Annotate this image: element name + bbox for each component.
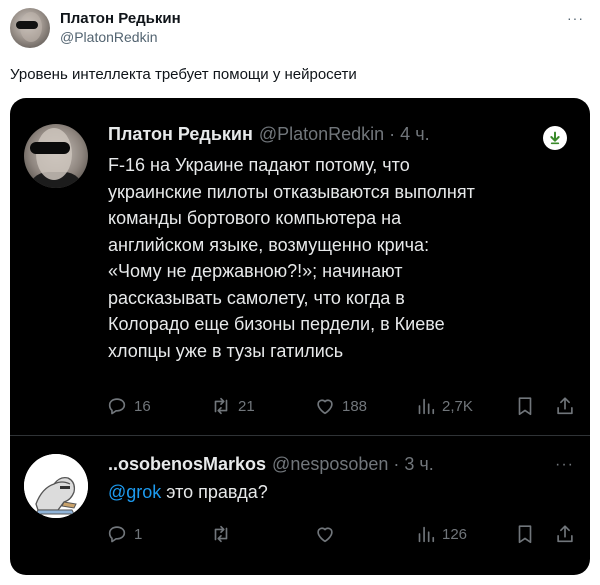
- more-options-icon[interactable]: ···: [555, 456, 574, 474]
- repost-count: 21: [238, 397, 255, 415]
- author-handle-time[interactable]: @nesposoben · 3 ч.: [272, 454, 434, 474]
- tweet-text-line: Колорадо еще бизоны пердели, в Киеве: [108, 314, 445, 334]
- tweet-header: Платон Редькин @PlatonRedkin · 4 ч.: [108, 124, 430, 145]
- share-icon: [557, 397, 573, 415]
- author-handle-time[interactable]: @PlatonRedkin · 4 ч.: [259, 124, 430, 144]
- bookmark-button[interactable]: [514, 523, 536, 545]
- author-handle[interactable]: @PlatonRedkin: [60, 29, 158, 45]
- like-button[interactable]: [314, 523, 342, 545]
- views-button[interactable]: 126: [414, 523, 467, 545]
- post-text: Уровень интеллекта требует помощи у нейр…: [10, 66, 357, 83]
- like-button[interactable]: 188: [314, 395, 367, 417]
- views-chart-icon: [418, 526, 435, 543]
- tweet-text-line: украинские пилоты отказываются выполнят: [108, 181, 475, 202]
- reply-count: 16: [134, 397, 151, 415]
- share-button[interactable]: [554, 523, 576, 545]
- download-arrow-icon[interactable]: [543, 126, 567, 150]
- repost-icon: [214, 525, 228, 543]
- tweet-text-line: F-16 на Украине падают потому, что: [108, 155, 410, 175]
- tweet-text: F-16 на Украине падают потому, что украи…: [108, 152, 568, 364]
- share-icon: [557, 525, 573, 543]
- reply-icon: [108, 398, 126, 415]
- tweet-text-line: рассказывать самолету, что когда в: [108, 287, 405, 308]
- heart-icon: [317, 527, 333, 543]
- views-count: 2,7K: [442, 397, 473, 415]
- tweet-actions: 1 126: [106, 523, 576, 547]
- tweet-text-line: английском языке, возмущенно крича:: [108, 234, 430, 255]
- like-count: 188: [342, 397, 368, 415]
- tweet-text-line: хлопцы уже в тузы гатились: [108, 340, 344, 361]
- views-button[interactable]: 2,7K: [414, 395, 473, 417]
- heart-icon: [317, 399, 333, 415]
- bookmark-icon: [518, 397, 532, 416]
- tweet-actions: 16 21 188 2,7K: [106, 395, 576, 419]
- reply-button[interactable]: 16: [106, 395, 151, 417]
- share-button[interactable]: [554, 395, 576, 417]
- bookmark-icon: [518, 525, 532, 544]
- tweet-text-line: команды бортового компьютера на: [108, 208, 402, 228]
- tweet-text-content: это правда?: [161, 482, 268, 502]
- author-name[interactable]: ..osobenosMarkos: [108, 454, 266, 474]
- views-count: 126: [442, 525, 468, 543]
- avatar[interactable]: [24, 124, 88, 188]
- reply-button[interactable]: 1: [106, 523, 142, 545]
- author-name[interactable]: Платон Редькин: [108, 124, 253, 144]
- reply-count: 1: [134, 525, 143, 543]
- reply-icon: [108, 526, 126, 543]
- tweet-text: @grok это правда?: [108, 482, 268, 503]
- mention-link[interactable]: @grok: [108, 482, 161, 502]
- avatar[interactable]: [24, 454, 88, 518]
- avatar[interactable]: [10, 8, 50, 48]
- more-options-icon[interactable]: ···: [567, 10, 584, 26]
- repost-button[interactable]: 21: [210, 395, 255, 417]
- views-chart-icon: [418, 398, 435, 415]
- embedded-screenshot: Платон Редькин @PlatonRedkin · 4 ч. F-16 …: [10, 98, 590, 575]
- tweet-header: ..osobenosMarkos @nesposoben · 3 ч.: [108, 454, 434, 475]
- divider: [10, 435, 590, 436]
- tweet-text-line: «Чому не державною?!»; начинают: [108, 261, 403, 281]
- bookmark-button[interactable]: [514, 395, 536, 417]
- author-name[interactable]: Платон Редькин: [60, 10, 181, 27]
- outer-post-header: Платон Редькин @PlatonRedkin ···: [10, 8, 590, 48]
- repost-button[interactable]: [210, 523, 238, 545]
- repost-icon: [214, 397, 228, 415]
